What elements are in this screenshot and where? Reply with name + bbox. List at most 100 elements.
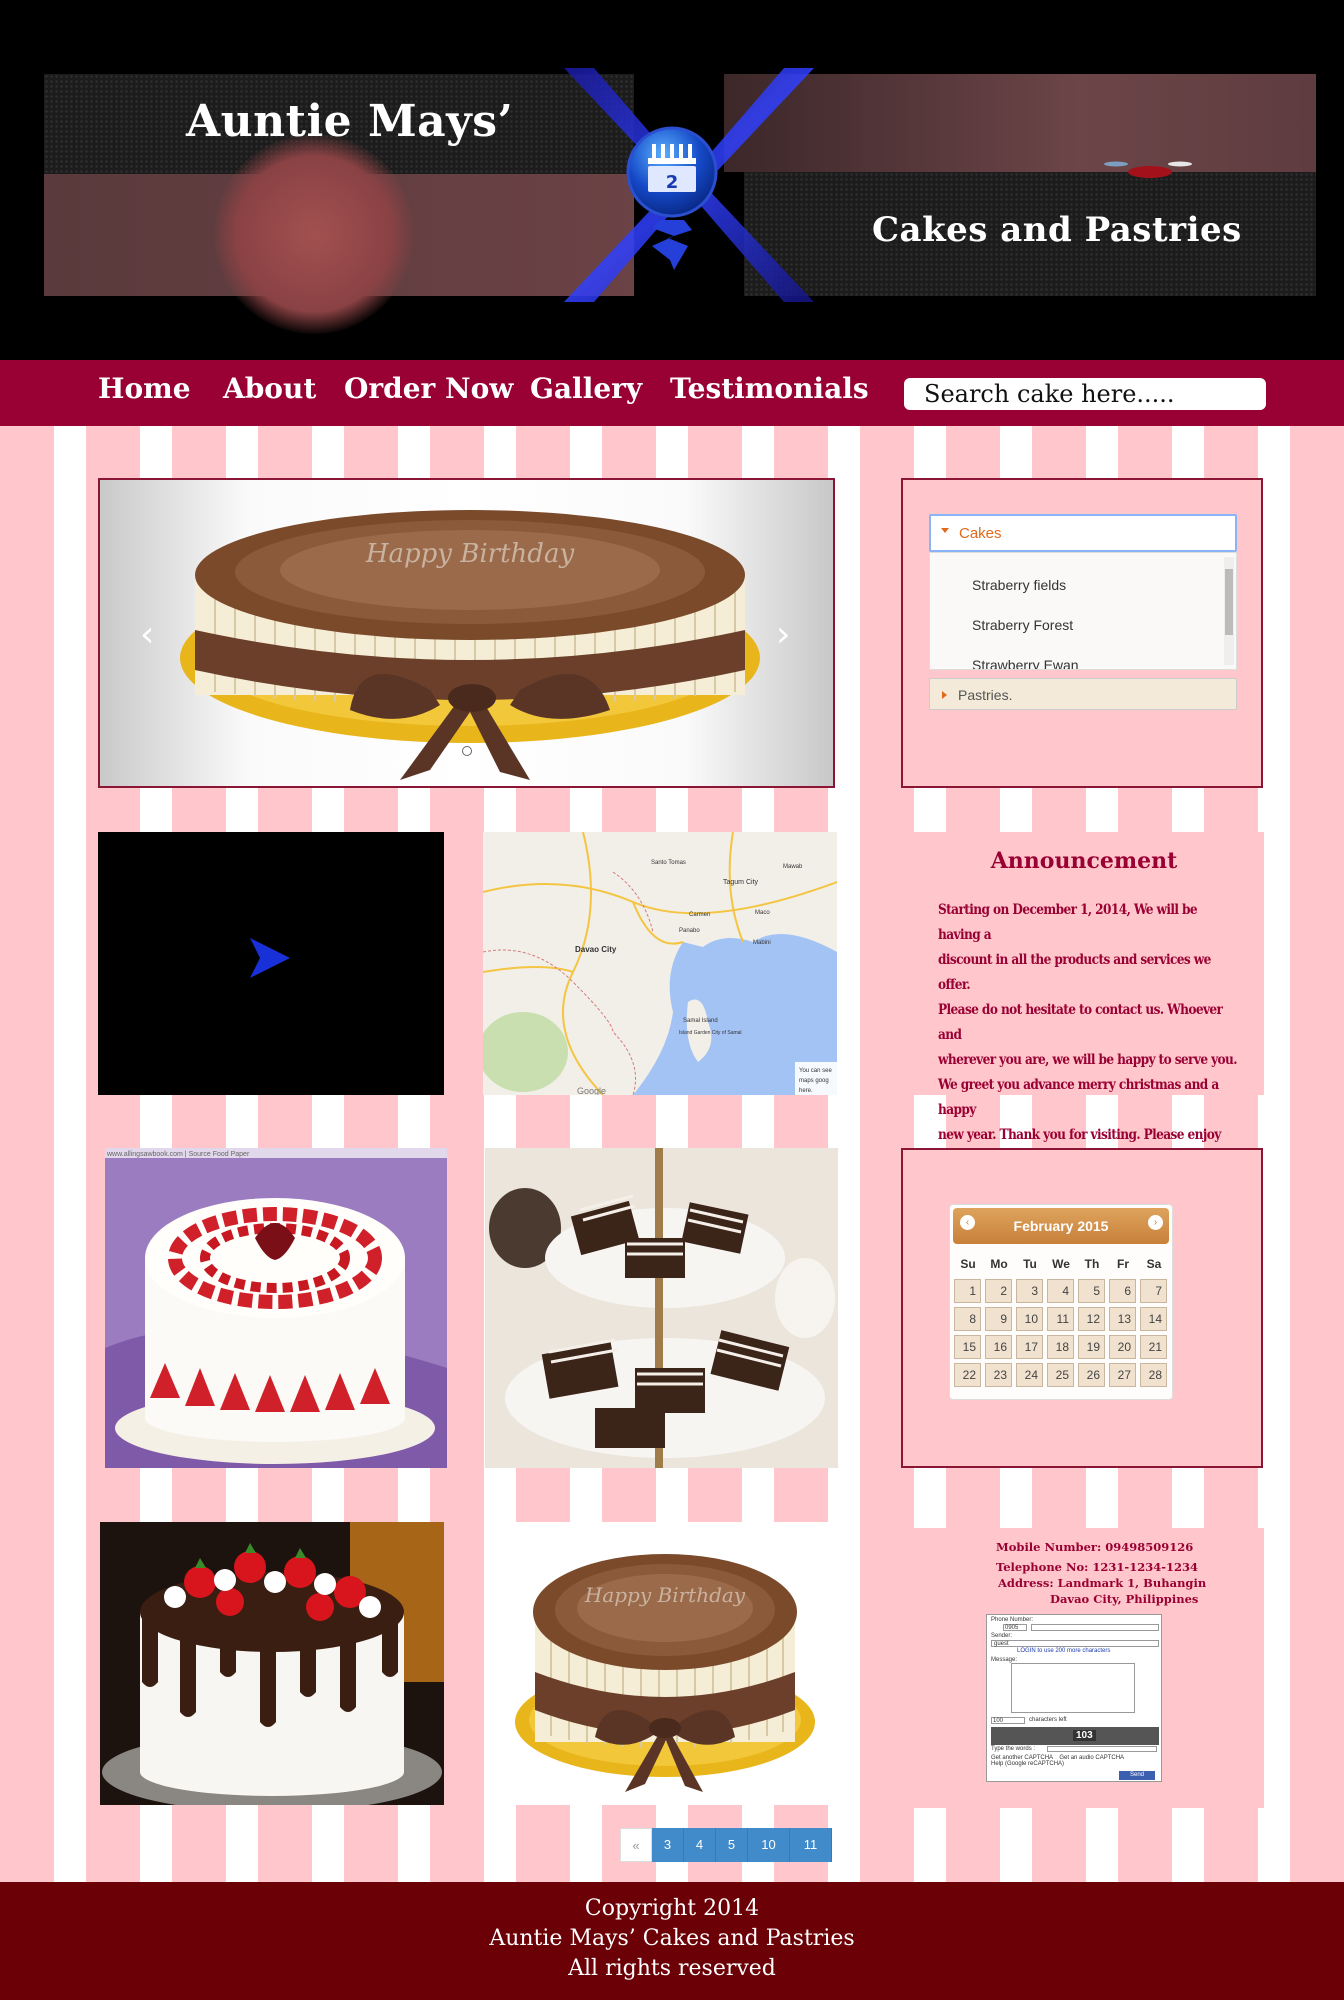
announcement-title: Announcement (990, 848, 1178, 874)
cake-writing: Happy Birthday (365, 539, 575, 569)
category-accordion-panel: Cakes Straberry fields Straberry Forest … (901, 478, 1263, 788)
google-logo: Google (577, 1086, 606, 1095)
calendar-day[interactable]: 3 (1016, 1279, 1043, 1303)
captcha-image: 103 (991, 1727, 1159, 1745)
contact-address: Address: Landmark 1, Buhangin (998, 1576, 1207, 1590)
cake-writing: Happy Birthday (584, 1583, 746, 1607)
message-textarea[interactable] (1011, 1663, 1135, 1713)
map-label: Mabini (753, 940, 771, 946)
accordion-header-label: Cakes (959, 525, 1002, 542)
calendar-next-button[interactable]: › (1148, 1215, 1163, 1230)
calendar-day[interactable]: 24 (1016, 1363, 1043, 1387)
accordion-item[interactable]: Straberry fields (972, 577, 1066, 593)
calendar-day[interactable]: 12 (1078, 1307, 1105, 1331)
map-label: Maco (755, 910, 770, 916)
footer-company: Auntie Mays’ Cakes and Pastries (489, 1926, 855, 1951)
calendar-day-of-week: Mo (990, 1257, 1008, 1271)
nav-home[interactable]: Home (98, 372, 191, 405)
map-label: Mawab (783, 864, 803, 870)
gallery-photo-chocolate-strawberry-cake[interactable] (100, 1522, 444, 1805)
play-icon[interactable] (248, 936, 292, 980)
calendar-day[interactable]: 18 (1047, 1335, 1074, 1359)
calendar-day[interactable]: 6 (1109, 1279, 1136, 1303)
calendar-day[interactable]: 20 (1109, 1335, 1136, 1359)
scrollbar-thumb[interactable] (1225, 569, 1233, 635)
accordion-item[interactable]: Straberry Forest (972, 617, 1073, 633)
slider-indicator[interactable] (462, 746, 472, 756)
pagination-page[interactable]: 3 (652, 1828, 684, 1862)
image-slider[interactable]: Happy Birthday ‹ › (98, 478, 835, 788)
contact-telephone: Telephone No: 1231-1234-1234 (996, 1560, 1198, 1574)
calendar-day[interactable]: 11 (1047, 1307, 1074, 1331)
accordion-header-cakes[interactable]: Cakes (929, 514, 1237, 552)
calendar-day[interactable]: 9 (985, 1307, 1012, 1331)
accordion-header-pastries[interactable]: Pastries. (929, 678, 1237, 710)
calendar-day[interactable]: 14 (1140, 1307, 1167, 1331)
calendar-day-of-week: Sa (1146, 1257, 1162, 1271)
nav-gallery[interactable]: Gallery (530, 372, 642, 405)
calendar-day[interactable]: 15 (954, 1335, 981, 1359)
gallery-photo-brownies[interactable] (485, 1148, 838, 1468)
nav-about[interactable]: About (223, 372, 316, 405)
video-player[interactable] (98, 832, 444, 1095)
gallery-photo-strawberry-cake[interactable]: www.allingsawbook.com | Source Food Pape… (105, 1148, 447, 1468)
contact-mobile: Mobile Number: 09498509126 (996, 1540, 1194, 1554)
caret-down-icon (941, 528, 949, 533)
pagination-page[interactable]: 10 (748, 1828, 790, 1862)
calendar-day-of-week: Tu (1023, 1257, 1037, 1271)
phone-prefix-select[interactable]: 0905 (1003, 1624, 1027, 1631)
calendar-day[interactable]: 22 (954, 1363, 981, 1387)
calendar-day[interactable]: 10 (1016, 1307, 1043, 1331)
search-input[interactable] (904, 378, 1266, 410)
phone-number-input[interactable] (1031, 1624, 1159, 1631)
banner-decoration (1104, 161, 1192, 178)
map-label: Tagum City (723, 879, 759, 886)
map-label: Carmen (689, 912, 710, 918)
calendar-day[interactable]: 17 (1016, 1335, 1043, 1359)
nav-testimonials[interactable]: Testimonials (670, 372, 869, 405)
calendar-day[interactable]: 13 (1109, 1307, 1136, 1331)
calendar-day[interactable]: 16 (985, 1335, 1012, 1359)
captcha-label: Type the words : (991, 1746, 1036, 1752)
calendar-day[interactable]: 8 (954, 1307, 981, 1331)
calendar-day[interactable]: 25 (1047, 1363, 1074, 1387)
calendar-day[interactable]: 1 (954, 1279, 981, 1303)
pagination-page[interactable]: 5 (716, 1828, 748, 1862)
pagination-prev[interactable]: « (620, 1828, 652, 1862)
footer-rights: All rights reserved (568, 1956, 776, 1981)
pagination-page[interactable]: 11 (790, 1828, 832, 1862)
calendar-logo-icon: 2 (626, 126, 718, 270)
captcha-help[interactable]: Help (Google reCAPTCHA) (991, 1761, 1064, 1767)
calendar-day[interactable]: 28 (1140, 1363, 1167, 1387)
pagination-page[interactable]: 4 (684, 1828, 716, 1862)
calendar-day[interactable]: 26 (1078, 1363, 1105, 1387)
login-link[interactable]: LOGIN to use 200 more characters (1017, 1648, 1110, 1654)
banner-glow (214, 134, 414, 334)
calendar-day[interactable]: 19 (1078, 1335, 1105, 1359)
accordion-item[interactable]: Strawberry Ewan (972, 657, 1079, 669)
calendar-day[interactable]: 4 (1047, 1279, 1074, 1303)
calendar-day[interactable]: 2 (985, 1279, 1012, 1303)
calendar-day[interactable]: 5 (1078, 1279, 1105, 1303)
nav-order-now[interactable]: Order Now (344, 372, 513, 405)
calendar-day-of-week: Th (1084, 1257, 1100, 1271)
sender-input[interactable]: guest (991, 1640, 1159, 1647)
brand-title: Auntie Mays’ (186, 96, 514, 147)
characters-left-counter: 100 (991, 1717, 1025, 1724)
birthday-cake-image: Happy Birthday (180, 510, 760, 780)
calendar-day-of-week: We (1052, 1257, 1070, 1271)
captcha-input[interactable] (1047, 1746, 1157, 1752)
calendar-day[interactable]: 21 (1140, 1335, 1167, 1359)
map-label: Island Garden City of Samal (679, 1030, 742, 1036)
slider-next-button[interactable]: › (776, 614, 790, 655)
calendar-day[interactable]: 23 (985, 1363, 1012, 1387)
calendar-day[interactable]: 7 (1140, 1279, 1167, 1303)
send-button[interactable]: Send (1119, 1771, 1155, 1780)
calendar-prev-button[interactable]: ‹ (960, 1215, 975, 1230)
embedded-map[interactable]: Davao City Tagum City Panabo Samal Islan… (483, 832, 837, 1095)
calendar-logo-number: 2 (666, 172, 679, 193)
gallery-photo-birthday-cake[interactable]: Happy Birthday (485, 1522, 838, 1805)
captcha-code: 103 (1073, 1730, 1096, 1741)
calendar-day[interactable]: 27 (1109, 1363, 1136, 1387)
slider-prev-button[interactable]: ‹ (140, 614, 154, 655)
